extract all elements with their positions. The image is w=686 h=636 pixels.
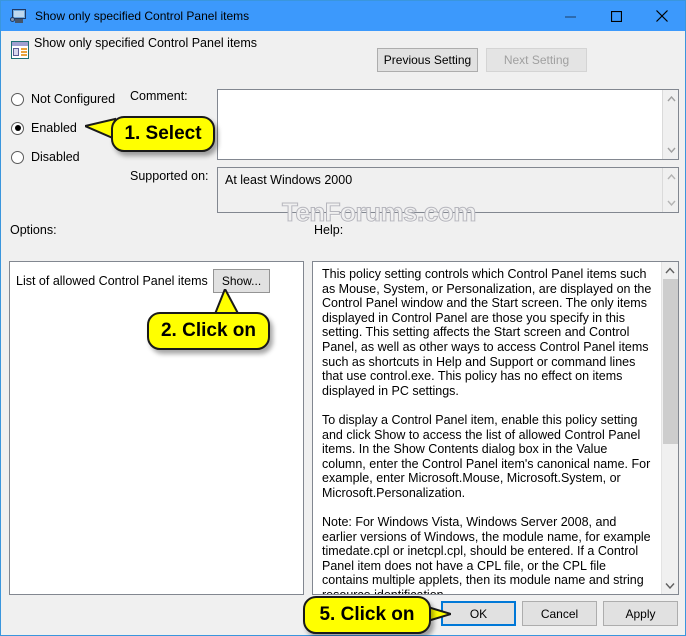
radio-label: Enabled xyxy=(31,121,77,135)
ok-button[interactable]: OK xyxy=(441,601,516,626)
title-bar: Show only specified Control Panel items xyxy=(1,1,685,31)
window-controls xyxy=(547,1,685,31)
radio-circle-icon xyxy=(11,92,24,106)
comment-label: Comment: xyxy=(130,89,188,103)
options-panel: List of allowed Control Panel items Show… xyxy=(9,261,304,595)
previous-setting-button[interactable]: Previous Setting xyxy=(377,48,478,72)
policy-setting-dialog: Show only specified Control Panel items … xyxy=(0,0,686,636)
radio-label: Not Configured xyxy=(31,92,116,106)
radio-disabled[interactable]: Disabled xyxy=(11,148,80,166)
chevron-down-icon[interactable] xyxy=(662,577,678,594)
radio-circle-selected-icon xyxy=(11,121,24,135)
next-setting-button: Next Setting xyxy=(486,48,587,72)
radio-not-configured[interactable]: Not Configured xyxy=(11,90,115,108)
supported-on-label: Supported on: xyxy=(130,169,209,183)
apply-button[interactable]: Apply xyxy=(603,601,678,626)
callout-1-select: 1. Select xyxy=(111,116,215,152)
comment-scrollbar[interactable] xyxy=(662,90,678,159)
callout-5-click-on: 5. Click on xyxy=(303,596,431,634)
radio-circle-icon xyxy=(11,150,24,164)
help-scrollbar[interactable] xyxy=(661,262,678,594)
help-panel: This policy setting controls which Contr… xyxy=(312,261,679,595)
option-item-label: List of allowed Control Panel items xyxy=(16,274,208,288)
chevron-up-icon[interactable] xyxy=(663,170,679,184)
maximize-icon[interactable] xyxy=(593,1,639,31)
chevron-down-icon[interactable] xyxy=(663,196,679,210)
help-scroll-thumb[interactable] xyxy=(663,279,678,444)
help-text: This policy setting controls which Contr… xyxy=(322,267,652,594)
supported-on-scrollbar[interactable] xyxy=(662,168,678,212)
comment-input[interactable] xyxy=(217,89,679,160)
options-label: Options: xyxy=(10,223,57,237)
cancel-button[interactable]: Cancel xyxy=(522,601,597,626)
policy-setting-icon xyxy=(11,41,29,59)
chevron-down-icon[interactable] xyxy=(663,143,679,157)
help-label: Help: xyxy=(314,223,344,237)
radio-label: Disabled xyxy=(31,150,80,164)
callout-2-click-on: 2. Click on xyxy=(147,312,270,350)
supported-on-value: At least Windows 2000 xyxy=(225,173,353,187)
chevron-up-icon[interactable] xyxy=(662,262,678,279)
window-title: Show only specified Control Panel items xyxy=(35,9,250,23)
page-title: Show only specified Control Panel items xyxy=(34,36,258,50)
radio-enabled[interactable]: Enabled xyxy=(11,119,77,137)
chevron-up-icon[interactable] xyxy=(663,92,679,106)
close-icon[interactable] xyxy=(639,1,685,31)
minimize-icon[interactable] xyxy=(547,1,593,31)
supported-on-field: At least Windows 2000 xyxy=(217,167,679,213)
control-panel-monitor-icon xyxy=(10,8,27,24)
